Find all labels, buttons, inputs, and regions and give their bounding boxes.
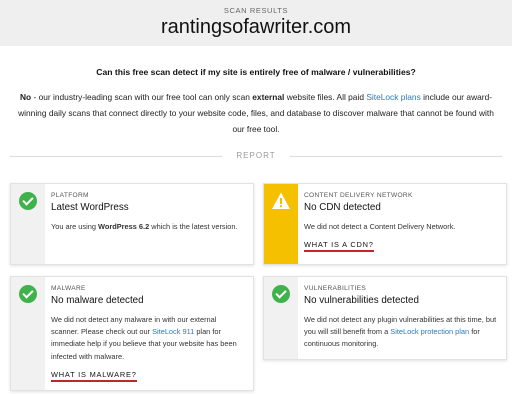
scan-results-kicker: SCAN RESULTS: [223, 6, 289, 15]
card-description: We did not detect a Content Delivery Net…: [304, 222, 456, 231]
card-description: We did not detect any plugin vulnerabili…: [304, 314, 498, 351]
card-title: No vulnerabilities detected: [304, 295, 419, 306]
scan-results-header: SCAN RESULTS rantingsofawriter.com: [0, 0, 512, 46]
sitelock-protection-plan-link[interactable]: SiteLock protection plan: [390, 327, 469, 336]
status-rail: [264, 184, 298, 264]
check-icon: [19, 285, 37, 303]
card-category: MALWARE: [51, 285, 86, 292]
card-title: Latest WordPress: [51, 202, 129, 213]
status-rail: [264, 277, 298, 359]
desc-text: You are using: [51, 222, 98, 231]
platform-card: PLATFORM Latest WordPress You are using …: [10, 183, 254, 265]
what-is-cdn-link[interactable]: WHAT IS A CDN?: [304, 240, 374, 253]
vulnerabilities-card: VULNERABILITIES No vulnerabilities detec…: [263, 276, 507, 360]
scanned-site-name: rantingsofawriter.com: [160, 16, 352, 38]
cdn-card: CONTENT DELIVERY NETWORK No CDN detected…: [263, 183, 507, 265]
divider-line-right: [290, 156, 502, 157]
status-rail: [11, 184, 45, 264]
check-icon: [19, 192, 37, 210]
sitelock-plans-link[interactable]: SiteLock plans: [366, 92, 420, 102]
card-category: PLATFORM: [51, 192, 89, 199]
desc-text: which is the latest version.: [149, 222, 238, 231]
what-is-malware-link[interactable]: WHAT IS MALWARE?: [51, 370, 137, 382]
faq-answer: No - our industry-leading scan with our …: [16, 89, 496, 137]
sitelock-911-link[interactable]: SiteLock 911: [152, 327, 194, 336]
card-category: CONTENT DELIVERY NETWORK: [304, 192, 413, 199]
wordpress-version: WordPress 6.2: [97, 222, 150, 231]
card-description: You are using WordPress 6.2 which is the…: [51, 221, 245, 233]
answer-text-1: - our industry-leading scan with our fre…: [31, 92, 253, 102]
card-title: No CDN detected: [304, 202, 381, 213]
answer-text-2: website files. All paid: [284, 92, 367, 102]
status-rail: [11, 277, 45, 390]
report-divider: REPORT: [10, 151, 502, 160]
warning-icon: [272, 192, 290, 209]
answer-no: No: [19, 92, 32, 102]
answer-external: external: [252, 92, 285, 102]
card-description: We did not detect any malware in with ou…: [51, 314, 245, 363]
card-title: No malware detected: [51, 295, 144, 306]
card-category: VULNERABILITIES: [304, 285, 367, 292]
malware-card: MALWARE No malware detected We did not d…: [10, 276, 254, 391]
faq-question: Can this free scan detect if my site is …: [96, 67, 416, 77]
check-icon: [272, 285, 290, 303]
